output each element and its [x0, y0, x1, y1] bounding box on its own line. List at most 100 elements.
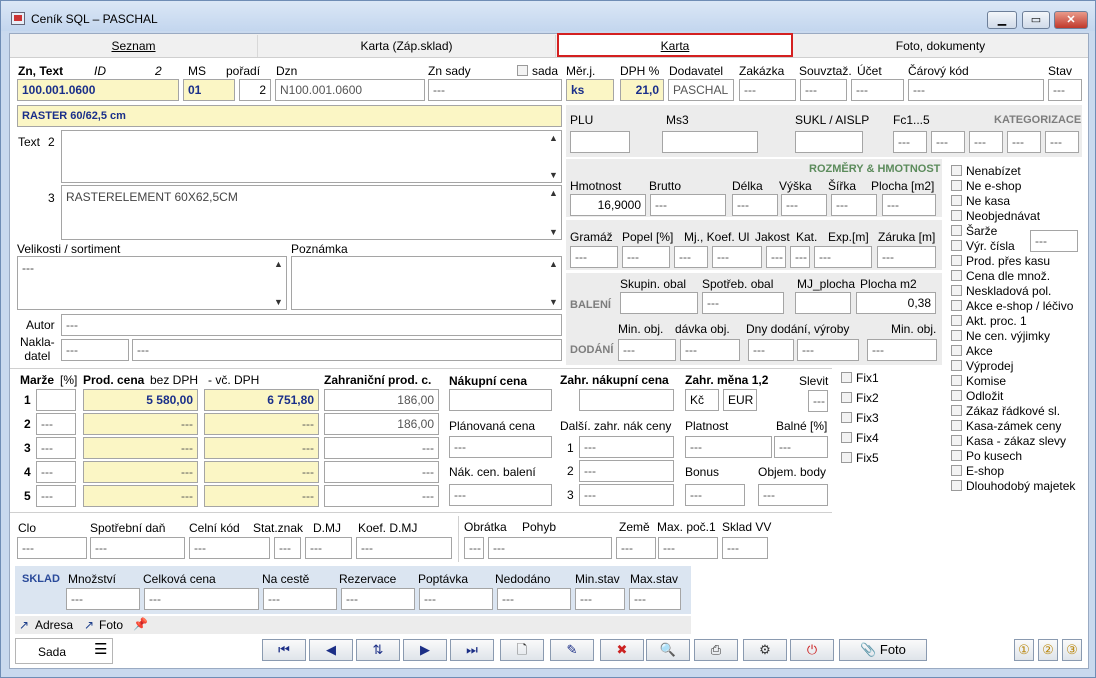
velikosti-area[interactable]: --- ▲ ▼ — [17, 256, 287, 310]
prod-cena-vc-dph-input[interactable]: --- — [204, 485, 319, 507]
nak-baleni-input[interactable]: --- — [449, 484, 552, 506]
flag-checkbox-15[interactable] — [951, 390, 962, 401]
dph-input[interactable]: 21,0 — [620, 79, 664, 101]
autor-input[interactable]: --- — [61, 314, 562, 336]
marze-input[interactable]: --- — [36, 461, 76, 483]
fc2-input[interactable]: --- — [931, 131, 965, 153]
prev-record-icon[interactable]: ◀ — [309, 639, 353, 661]
delete-icon[interactable]: ✖ — [600, 639, 644, 661]
help-2-icon[interactable]: ② — [1038, 639, 1058, 661]
fc5-input[interactable]: --- — [1045, 131, 1079, 153]
text3-scrollbar[interactable]: ▲ ▼ — [547, 186, 561, 239]
sukl-input[interactable] — [795, 131, 863, 153]
mena-2-input[interactable]: EUR — [723, 389, 757, 411]
next-record-icon[interactable]: ▶ — [403, 639, 447, 661]
planovana-input[interactable]: --- — [449, 436, 552, 458]
spotrebni-dan-input[interactable]: --- — [90, 537, 185, 559]
bonus-input[interactable]: --- — [685, 484, 745, 506]
marze-input[interactable]: --- — [36, 485, 76, 507]
zahr-prod-cena-input[interactable]: 186,00 — [324, 389, 439, 411]
adresa-link[interactable]: Adresa — [35, 618, 73, 632]
rezervace-input[interactable]: --- — [341, 588, 415, 610]
menu-icon[interactable]: ☰ — [94, 642, 107, 657]
dalsi-2-input[interactable]: --- — [579, 460, 674, 482]
zahr-prod-cena-input[interactable]: --- — [324, 485, 439, 507]
sklad-vv-input[interactable]: --- — [722, 537, 768, 559]
exp-input[interactable]: --- — [814, 246, 872, 268]
flag-checkbox-18[interactable] — [951, 435, 962, 446]
na-ceste-input[interactable]: --- — [263, 588, 337, 610]
tools-icon[interactable]: ⚙ — [743, 639, 787, 661]
min-stav-input[interactable]: --- — [575, 588, 625, 610]
print-icon[interactable]: ⎙ — [694, 639, 738, 661]
prod-cena-vc-dph-input[interactable]: --- — [204, 461, 319, 483]
tab-karta-zap-sklad[interactable]: Karta (Záp.sklad) — [258, 35, 556, 57]
dalsi-1-input[interactable]: --- — [579, 436, 674, 458]
prod-cena-bez-dph-input[interactable]: 5 580,00 — [83, 389, 198, 411]
help-3-icon[interactable]: ③ — [1062, 639, 1082, 661]
poznamka-scrollbar[interactable]: ▲ ▼ — [547, 257, 561, 309]
prod-cena-bez-dph-input[interactable]: --- — [83, 485, 198, 507]
adresa-link-icon[interactable]: ↗ — [19, 618, 29, 632]
ms3-input[interactable] — [662, 131, 758, 153]
flag-checkbox-7[interactable] — [951, 270, 962, 281]
foto-link-icon[interactable]: ↗ — [84, 618, 94, 632]
plocha-m2-input[interactable]: 0,38 — [856, 292, 936, 314]
platnost-input[interactable]: --- — [685, 436, 772, 458]
fix-checkbox-2[interactable] — [841, 392, 852, 403]
edit-icon[interactable]: ✎ — [550, 639, 594, 661]
popel-input[interactable]: --- — [622, 246, 670, 268]
power-icon[interactable]: ⏻ — [790, 639, 834, 661]
flag-checkbox-14[interactable] — [951, 375, 962, 386]
celkova-cena-input[interactable]: --- — [144, 588, 259, 610]
min-obj-input[interactable]: --- — [618, 339, 676, 361]
dzn-input[interactable]: N100.001.0600 — [275, 79, 425, 101]
prod-cena-vc-dph-input[interactable]: --- — [204, 413, 319, 435]
flag-checkbox-3[interactable] — [951, 210, 962, 221]
flag-checkbox-2[interactable] — [951, 195, 962, 206]
fc3-input[interactable]: --- — [969, 131, 1003, 153]
delka-input[interactable]: --- — [732, 194, 778, 216]
gramaz-input[interactable]: --- — [570, 246, 618, 268]
ucet-input[interactable]: --- — [851, 79, 904, 101]
kat-input[interactable]: --- — [790, 246, 810, 268]
minimize-button[interactable]: ▁ — [987, 11, 1017, 29]
fc4-input[interactable]: --- — [1007, 131, 1041, 153]
min-obj2-input[interactable]: --- — [867, 339, 937, 361]
dmj-input[interactable]: --- — [305, 537, 352, 559]
prod-cena-bez-dph-input[interactable]: --- — [83, 437, 198, 459]
velikosti-scrollbar[interactable]: ▲ ▼ — [272, 257, 286, 309]
flag-checkbox-6[interactable] — [951, 255, 962, 266]
brutto-input[interactable]: --- — [650, 194, 726, 216]
skupin-input[interactable] — [620, 292, 698, 314]
obratka-input[interactable]: --- — [464, 537, 484, 559]
first-record-icon[interactable]: ⏮ — [262, 639, 306, 661]
flag-checkbox-16[interactable] — [951, 405, 962, 416]
dodavatel-input[interactable]: PASCHAL — [668, 79, 734, 101]
merj-input[interactable]: ks — [566, 79, 614, 101]
prod-cena-bez-dph-input[interactable]: --- — [83, 413, 198, 435]
poradi-input[interactable]: 2 — [239, 79, 271, 101]
foto-button[interactable]: 📎 Fotо — [839, 639, 927, 661]
mnozstvi-input[interactable]: --- — [66, 588, 140, 610]
carovy-kod-input[interactable]: --- — [908, 79, 1044, 101]
flag-checkbox-12[interactable] — [951, 345, 962, 356]
nakladatel-input-1[interactable]: --- — [61, 339, 129, 361]
fc1-input[interactable]: --- — [893, 131, 927, 153]
koef-input[interactable]: --- — [712, 246, 762, 268]
maximize-button[interactable]: ▭ — [1022, 11, 1050, 29]
prod-cena-vc-dph-input[interactable]: 6 751,80 — [204, 389, 319, 411]
vyr-cisla-input[interactable]: --- — [1030, 230, 1078, 252]
text-3-area[interactable]: RASTERELEMENT 60X62,5CM ▲ ▼ — [61, 185, 562, 240]
flag-checkbox-0[interactable] — [951, 165, 962, 176]
flag-checkbox-17[interactable] — [951, 420, 962, 431]
nakupni-cena-input[interactable] — [449, 389, 552, 411]
stav-input[interactable]: --- — [1048, 79, 1082, 101]
close-button[interactable]: ✕ — [1054, 11, 1088, 29]
marze-input[interactable]: --- — [36, 437, 76, 459]
flag-checkbox-13[interactable] — [951, 360, 962, 371]
souvztaz-input[interactable]: --- — [800, 79, 847, 101]
pin-icon[interactable]: 📌 — [133, 617, 148, 631]
marze-input[interactable] — [36, 389, 76, 411]
zahr-prod-cena-input[interactable]: --- — [324, 437, 439, 459]
